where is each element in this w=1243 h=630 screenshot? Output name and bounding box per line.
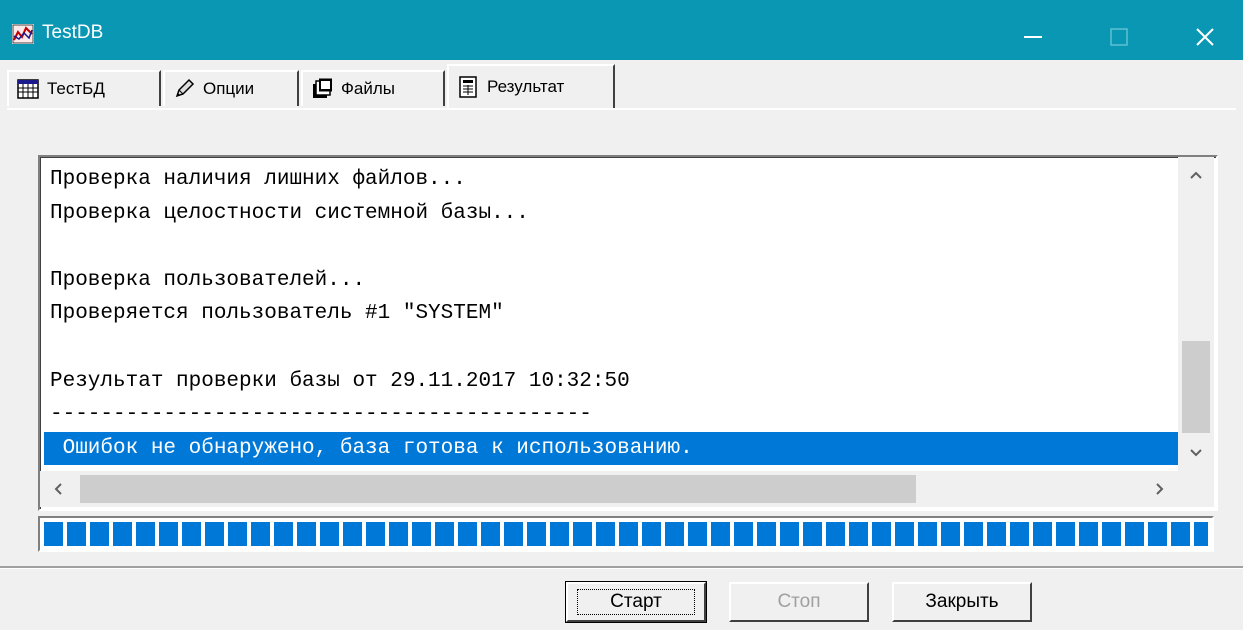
scroll-down-icon[interactable] <box>1178 435 1214 471</box>
progress-bar <box>38 516 1214 552</box>
minimize-icon <box>1024 36 1042 38</box>
vertical-scroll-thumb[interactable] <box>1182 341 1210 433</box>
log-line[interactable]: Проверка целостности системной базы... <box>44 197 1180 231</box>
result-log[interactable]: Проверка наличия лишних файлов... Провер… <box>38 155 1218 511</box>
horizontal-scrollbar[interactable] <box>40 471 1178 507</box>
tab-files[interactable]: Файлы <box>301 70 445 106</box>
horizontal-scroll-thumb[interactable] <box>80 475 916 503</box>
report-icon <box>459 76 477 98</box>
button-bar-divider <box>0 566 1243 569</box>
tab-label: Опции <box>203 79 255 98</box>
log-line[interactable]: ----------------------------------------… <box>44 398 1180 432</box>
close-window-button[interactable] <box>1182 14 1228 60</box>
app-chart-icon <box>12 24 34 44</box>
start-button[interactable]: Старт <box>565 581 707 623</box>
tab-label: Результат <box>487 77 565 96</box>
close-icon <box>1196 28 1214 46</box>
log-lines: Проверка наличия лишних файлов... Провер… <box>44 163 1180 465</box>
tab-label: Файлы <box>341 79 396 98</box>
progress-fill <box>44 522 1208 546</box>
scroll-up-icon[interactable] <box>1178 157 1214 193</box>
log-line[interactable]: Проверка наличия лишних файлов... <box>44 163 1180 197</box>
window-title: TestDB <box>42 22 104 43</box>
log-line[interactable]: Проверяется пользователь #1 "SYSTEM" <box>44 297 1180 331</box>
stop-button-label: Стоп <box>777 591 821 612</box>
log-line[interactable] <box>44 230 1180 264</box>
scroll-left-icon[interactable] <box>40 471 76 507</box>
maximize-icon <box>1110 28 1128 46</box>
maximize-button[interactable] <box>1096 14 1142 60</box>
minimize-button[interactable] <box>1010 14 1056 60</box>
close-button[interactable]: Закрыть <box>892 582 1032 622</box>
tab-testdb[interactable]: ТестБД <box>7 70 161 106</box>
table-icon <box>17 79 39 99</box>
vertical-scrollbar[interactable] <box>1178 157 1214 471</box>
log-line[interactable]: Проверка пользователей... <box>44 264 1180 298</box>
close-button-label: Закрыть <box>925 591 999 612</box>
stop-button[interactable]: Стоп <box>729 582 869 622</box>
start-button-label: Старт <box>577 589 695 615</box>
pencil-icon <box>175 78 195 98</box>
tab-label: ТестБД <box>47 79 105 98</box>
log-line[interactable]: Результат проверки базы от 29.11.2017 10… <box>44 365 1180 399</box>
scrollbar-corner <box>1178 471 1214 507</box>
title-bar[interactable]: TestDB <box>0 0 1243 60</box>
tab-options[interactable]: Опции <box>163 70 299 106</box>
files-icon <box>313 78 332 98</box>
log-line-selected[interactable]: Ошибок не обнаружено, база готова к испо… <box>44 431 1180 465</box>
tab-strip: ТестБД Опции Файлы Результат <box>7 64 1236 108</box>
scroll-right-icon[interactable] <box>1142 471 1178 507</box>
log-line[interactable] <box>44 331 1180 365</box>
tab-result[interactable]: Результат <box>447 64 615 108</box>
